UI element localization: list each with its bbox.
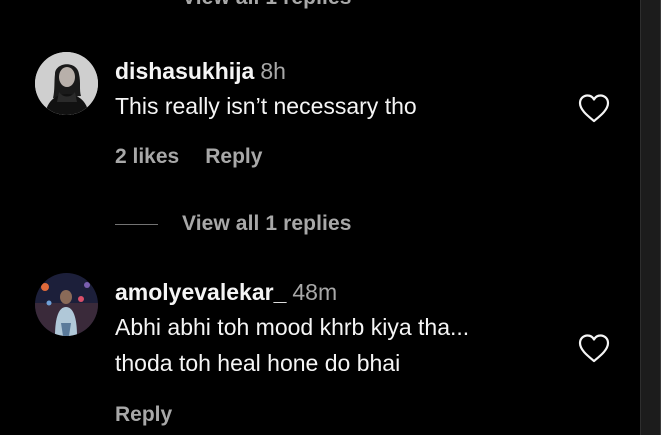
comment-time: 8h [260, 58, 286, 84]
comment-header: amolyevalekar_ 48m [115, 279, 337, 306]
view-replies-label: View all 1 replies [182, 0, 352, 10]
comment-text-line: thoda toh heal hone do bhai [115, 350, 401, 376]
heart-outline-icon[interactable] [577, 332, 611, 364]
comment-text-line: This really isn’t necessary tho [115, 93, 417, 119]
avatar-image [35, 273, 98, 336]
comment-header: dishasukhija 8h [115, 58, 286, 85]
comment-text: This really isn’t necessary tho [115, 88, 417, 124]
replies-divider-line [115, 223, 158, 225]
comment-text-line: Abhi abhi toh mood khrb kiya tha... [115, 314, 470, 340]
avatar-image [35, 52, 98, 115]
comments-panel: View all 1 replies dishasukhija8h This r… [0, 0, 640, 435]
reply-button[interactable]: Reply [205, 145, 262, 169]
comment-actions: 2 likes Reply [115, 145, 262, 169]
heart-outline-icon[interactable] [577, 92, 611, 124]
view-replies-toggle-top[interactable]: View all 1 replies [115, 0, 352, 10]
scrollbar-track[interactable] [640, 0, 661, 435]
likes-count[interactable]: 2 likes [115, 145, 179, 169]
avatar[interactable] [35, 52, 98, 115]
view-replies-toggle[interactable]: View all 1 replies [115, 212, 352, 236]
username[interactable]: amolyevalekar_ [115, 279, 286, 305]
reply-button[interactable]: Reply [115, 403, 172, 427]
view-replies-label: View all 1 replies [182, 212, 352, 235]
avatar[interactable] [35, 273, 98, 336]
comment-text: Abhi abhi toh mood khrb kiya tha... thod… [115, 309, 469, 381]
username[interactable]: dishasukhija [115, 58, 254, 84]
comment-time: 48m [292, 279, 338, 305]
comment-actions: Reply [115, 403, 172, 427]
